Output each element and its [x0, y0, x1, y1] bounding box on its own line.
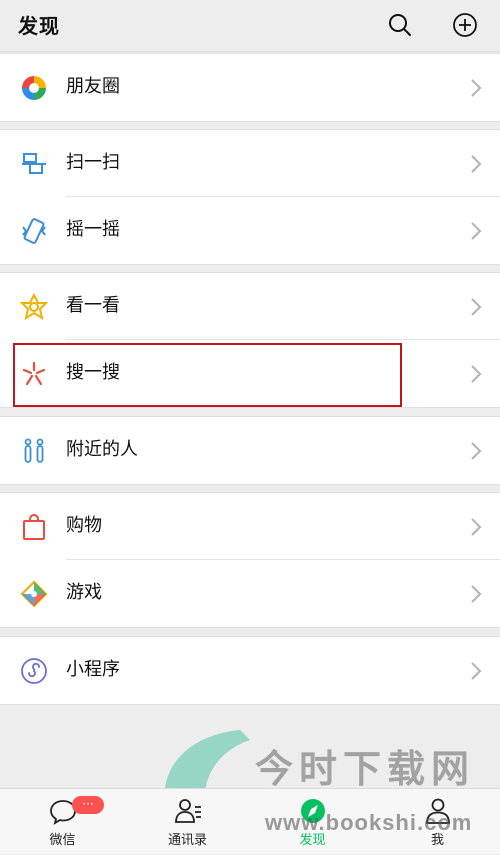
- chevron-right-icon: [471, 442, 482, 460]
- page-title: 发现: [18, 14, 60, 38]
- chevron-right-icon: [471, 155, 482, 173]
- shake-icon: [22, 218, 46, 244]
- add-icon[interactable]: [452, 12, 478, 38]
- menu-item-shake[interactable]: 摇一摇: [0, 197, 500, 264]
- menu-item-label: 购物: [66, 515, 102, 536]
- chevron-right-icon: [471, 222, 482, 240]
- chevron-right-icon: [471, 365, 482, 383]
- group-shop-games: 购物 游戏: [0, 492, 500, 628]
- chevron-right-icon: [471, 79, 482, 97]
- menu-item-label: 朋友圈: [66, 76, 120, 97]
- group-nearby: 附近的人: [0, 416, 500, 485]
- moments-icon: [22, 76, 46, 100]
- tab-label: 通讯录: [167, 833, 207, 848]
- contacts-icon: [175, 799, 201, 823]
- watermark-url: www.bookshi.com: [265, 810, 473, 835]
- mini-program-icon: [21, 658, 47, 684]
- tab-chats[interactable]: ··· 微信: [0, 789, 125, 855]
- top-stories-icon: [20, 293, 48, 321]
- menu-item-label: 看一看: [66, 295, 120, 316]
- menu-item-games[interactable]: 游戏: [0, 560, 500, 627]
- menu-item-label: 游戏: [66, 582, 102, 603]
- search-icon[interactable]: [387, 12, 413, 38]
- chevron-right-icon: [471, 518, 482, 536]
- scan-icon: [22, 153, 46, 174]
- menu-item-top-stories[interactable]: 看一看: [0, 273, 500, 340]
- group-moments: 朋友圈: [0, 53, 500, 122]
- chevron-right-icon: [471, 585, 482, 603]
- menu-item-label: 扫一扫: [66, 152, 120, 173]
- chevron-right-icon: [471, 662, 482, 680]
- unread-badge: ···: [72, 796, 104, 814]
- people-nearby-icon: [24, 438, 44, 463]
- menu-item-people-nearby[interactable]: 附近的人: [0, 417, 500, 484]
- menu-item-label: 小程序: [66, 659, 120, 680]
- top-bar: 发现: [0, 0, 500, 52]
- menu-item-scan[interactable]: 扫一扫: [0, 130, 500, 197]
- group-scan-shake: 扫一扫 摇一摇: [0, 129, 500, 265]
- menu-item-moments[interactable]: 朋友圈: [0, 54, 500, 121]
- tab-contacts[interactable]: 通讯录: [125, 789, 250, 855]
- tab-label: 微信: [49, 833, 76, 848]
- menu-item-label: 附近的人: [66, 439, 138, 460]
- menu-item-shopping[interactable]: 购物: [0, 493, 500, 560]
- highlight-box: [13, 343, 402, 407]
- shopping-bag-icon: [23, 514, 45, 540]
- group-mini-programs: 小程序: [0, 636, 500, 705]
- watermark-text: 今时下载网: [255, 746, 476, 791]
- menu-item-label: 摇一摇: [66, 219, 120, 240]
- menu-item-mini-programs[interactable]: 小程序: [0, 637, 500, 704]
- games-icon: [20, 580, 48, 608]
- chevron-right-icon: [471, 298, 482, 316]
